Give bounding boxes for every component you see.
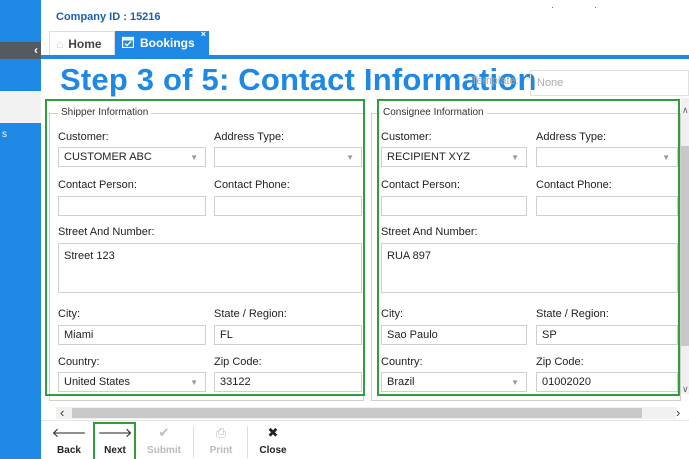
shipper-customer-label: Customer: bbox=[58, 131, 109, 143]
consignee-contact-person-field[interactable] bbox=[381, 196, 527, 216]
template-select[interactable]: None bbox=[530, 70, 689, 96]
back-label: Back bbox=[57, 445, 81, 456]
chevron-down-icon: ▼ bbox=[511, 153, 519, 162]
consignee-state-label: State / Region: bbox=[536, 308, 609, 320]
consignee-customer-label: Customer: bbox=[381, 131, 432, 143]
close-tab-icon[interactable]: × bbox=[201, 29, 206, 39]
consignee-street-label: Street And Number: bbox=[381, 226, 478, 238]
next-highlight bbox=[93, 422, 136, 459]
arrow-left-icon: 🡐 bbox=[51, 425, 87, 440]
header-dots: ·· bbox=[551, 2, 637, 12]
shipper-city-field[interactable]: Miami bbox=[58, 325, 206, 345]
consignee-contact-person-label: Contact Person: bbox=[381, 179, 460, 191]
app-header: Company ID : 15216 ·· ⌂ Home Bookings × bbox=[41, 0, 689, 59]
chevron-down-icon: ▼ bbox=[346, 153, 354, 162]
consignee-street-field[interactable]: RUA 897 bbox=[381, 243, 678, 293]
back-button[interactable]: 🡐 Back bbox=[49, 423, 89, 459]
tab-label: Bookings bbox=[140, 36, 195, 50]
sidebar-collapse-bar[interactable]: ‹ bbox=[0, 42, 41, 59]
horizontal-scrollbar[interactable] bbox=[56, 407, 676, 419]
consignee-address-type-select[interactable]: ▼ bbox=[536, 147, 678, 167]
calendar-icon bbox=[121, 36, 135, 51]
print-button[interactable]: ⎙ Print bbox=[201, 423, 241, 459]
shipper-customer-select[interactable]: CUSTOMER ABC ▼ bbox=[58, 147, 206, 167]
shipper-customer-value: CUSTOMER ABC bbox=[64, 151, 152, 163]
sidebar-item-active[interactable] bbox=[0, 91, 41, 123]
shipper-state-label: State / Region: bbox=[214, 308, 287, 320]
toolbar-divider bbox=[247, 426, 248, 458]
shipper-contact-phone-field[interactable] bbox=[214, 196, 362, 216]
left-sidebar bbox=[0, 0, 41, 459]
consignee-customer-select[interactable]: RECIPIENT XYZ ▼ bbox=[381, 147, 527, 167]
sidebar-item-label[interactable]: s bbox=[2, 129, 7, 140]
scroll-thumb[interactable] bbox=[72, 408, 642, 418]
shipper-address-type-label: Address Type: bbox=[214, 131, 285, 143]
tab-home[interactable]: ⌂ Home bbox=[49, 31, 115, 55]
consignee-city-label: City: bbox=[381, 308, 403, 320]
consignee-zip-field[interactable]: 01002020 bbox=[536, 372, 678, 392]
submit-button[interactable]: ✔ Submit bbox=[144, 423, 184, 459]
shipper-contact-phone-label: Contact Phone: bbox=[214, 179, 290, 191]
home-icon: ⌂ bbox=[56, 36, 64, 51]
print-label: Print bbox=[209, 445, 233, 456]
chevron-right-icon[interactable]: › bbox=[676, 405, 680, 420]
shipper-country-label: Country: bbox=[58, 356, 100, 368]
shipper-address-type-select[interactable]: ▼ bbox=[214, 147, 362, 167]
chevron-down-icon: ▼ bbox=[511, 378, 519, 387]
chevron-down-icon: ▼ bbox=[190, 153, 198, 162]
consignee-country-value: Brazil bbox=[387, 376, 415, 388]
shipper-country-value: United States bbox=[64, 376, 131, 388]
consignee-country-select[interactable]: Brazil ▼ bbox=[381, 372, 527, 392]
bottom-toolbar: 🡐 Back 🡒 Next ✔ Submit ⎙ Print ✖ Close bbox=[41, 420, 689, 459]
close-label: Close bbox=[259, 445, 287, 456]
submit-label: Submit bbox=[147, 445, 181, 456]
shipper-city-label: City: bbox=[58, 308, 80, 320]
scroll-thumb[interactable] bbox=[681, 146, 689, 346]
chevron-left-icon[interactable]: ‹ bbox=[34, 43, 38, 57]
page-title: Step 3 of 5: Contact Information bbox=[60, 62, 537, 97]
shipper-zip-label: Zip Code: bbox=[214, 356, 262, 368]
consignee-state-field[interactable]: SP bbox=[536, 325, 678, 345]
shipper-state-field[interactable]: FL bbox=[214, 325, 362, 345]
consignee-address-type-label: Address Type: bbox=[536, 131, 607, 143]
consignee-contact-phone-field[interactable] bbox=[536, 196, 678, 216]
template-label: Template: bbox=[471, 75, 519, 87]
shipper-contact-person-label: Contact Person: bbox=[58, 179, 137, 191]
shipper-country-select[interactable]: United States ▼ bbox=[58, 372, 206, 392]
consignee-customer-value: RECIPIENT XYZ bbox=[387, 151, 470, 163]
toolbar-divider bbox=[193, 426, 194, 458]
chevron-down-icon[interactable]: ∨ bbox=[682, 384, 689, 395]
tab-bookings[interactable]: Bookings × bbox=[115, 29, 209, 55]
close-icon: ✖ bbox=[267, 425, 279, 440]
consignee-city-field[interactable]: Sao Paulo bbox=[381, 325, 527, 345]
shipper-zip-field[interactable]: 33122 bbox=[214, 372, 362, 392]
shipper-street-label: Street And Number: bbox=[58, 226, 155, 238]
consignee-contact-phone-label: Contact Phone: bbox=[536, 179, 612, 191]
chevron-left-icon[interactable]: ‹ bbox=[60, 405, 64, 420]
shipper-contact-person-field[interactable] bbox=[58, 196, 206, 216]
chevron-down-icon: ▼ bbox=[662, 153, 670, 162]
consignee-zip-label: Zip Code: bbox=[536, 356, 584, 368]
printer-icon: ⎙ bbox=[215, 425, 227, 440]
shipper-street-field[interactable]: Street 123 bbox=[58, 243, 362, 293]
chevron-up-icon[interactable]: ∧ bbox=[682, 105, 689, 116]
tab-label: Home bbox=[68, 36, 102, 51]
company-id: Company ID : 15216 bbox=[56, 11, 161, 23]
close-button[interactable]: ✖ Close bbox=[253, 423, 293, 459]
chevron-down-icon: ▼ bbox=[190, 378, 198, 387]
consignee-country-label: Country: bbox=[381, 356, 423, 368]
vertical-scrollbar[interactable] bbox=[681, 98, 689, 394]
check-icon: ✔ bbox=[158, 425, 170, 440]
tab-underline bbox=[41, 55, 689, 59]
